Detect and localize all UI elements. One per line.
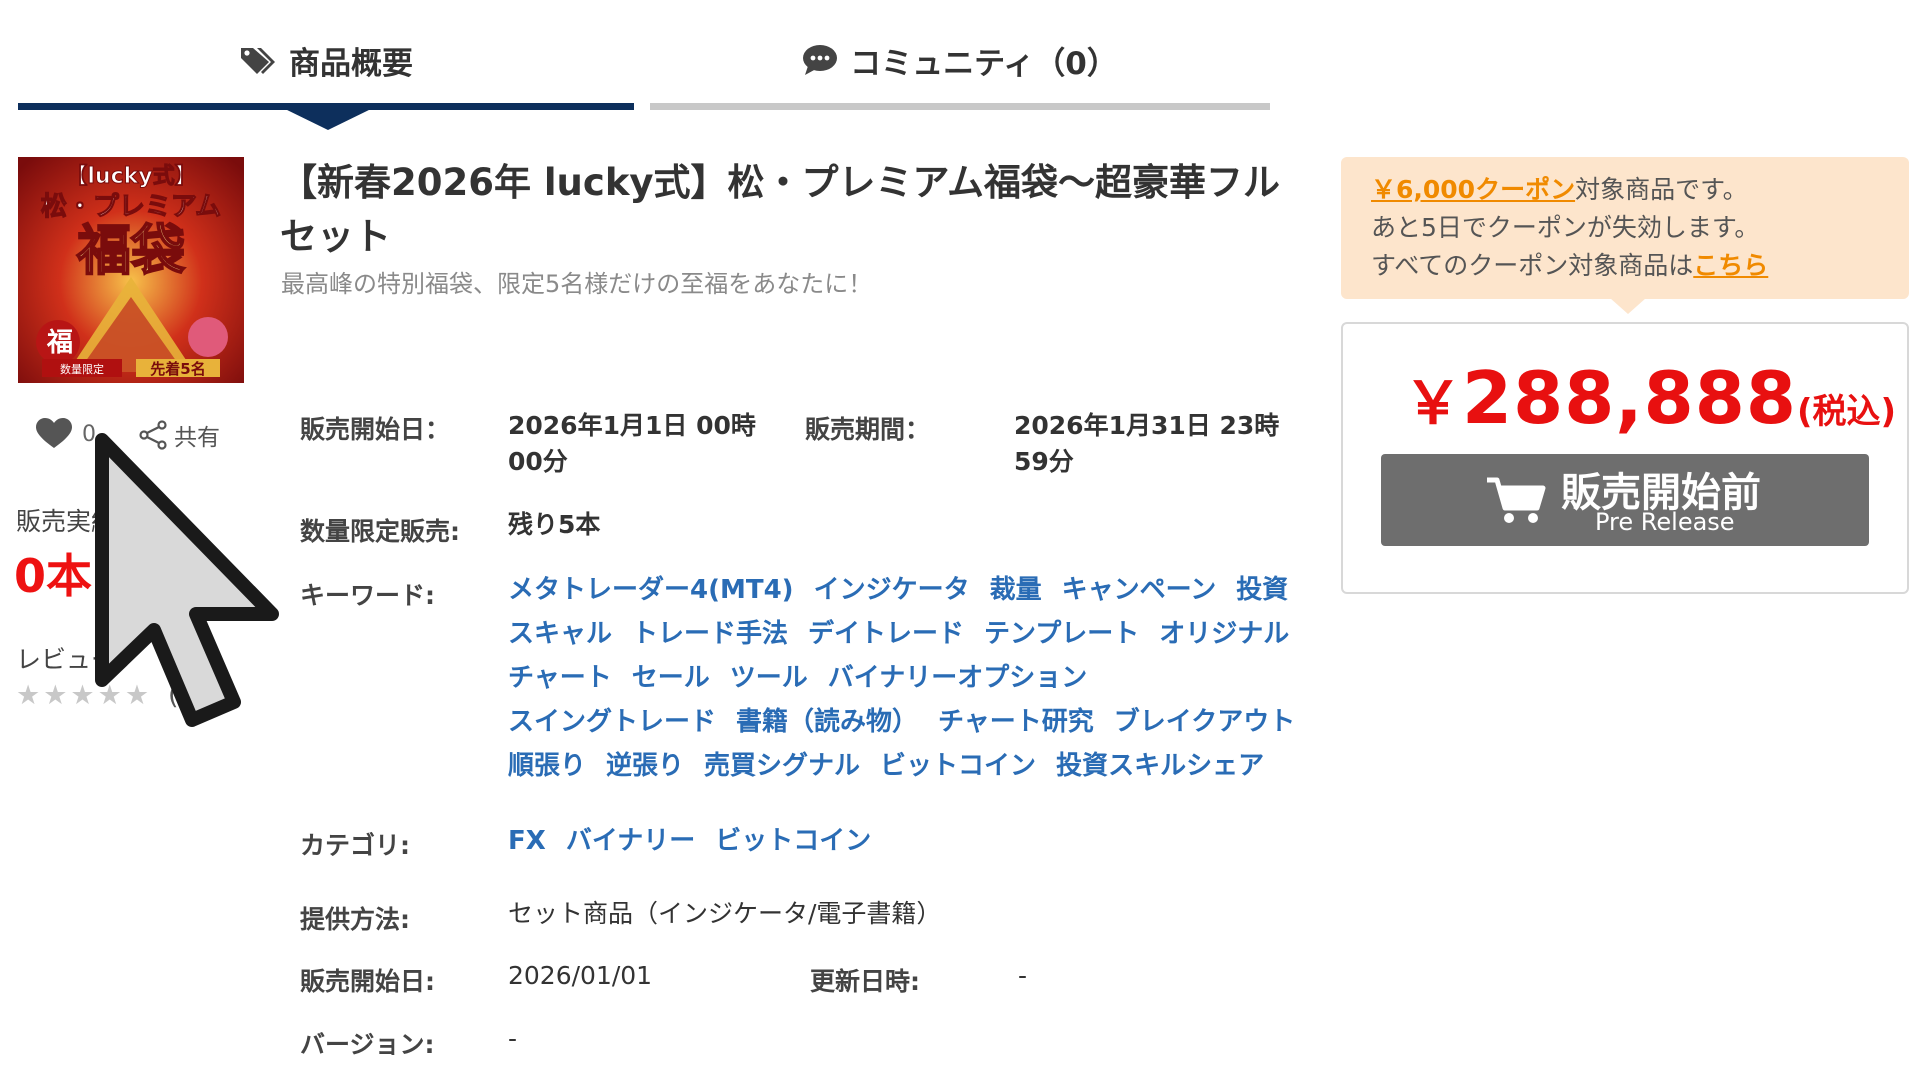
image-text-fuku: 福	[46, 328, 73, 358]
keyword-link[interactable]: 順張り	[508, 748, 586, 784]
image-text-fukubukuro: 福袋	[76, 219, 185, 282]
keyword-link[interactable]: ブレイクアウト	[1114, 704, 1295, 740]
keyword-link[interactable]: ビットコイン	[880, 748, 1036, 784]
image-text-brand: 【lucky式】	[65, 164, 196, 189]
keyword-link[interactable]: チャート	[508, 660, 612, 696]
keyword-link[interactable]: 逆張り	[606, 748, 684, 784]
keyword-label: キーワード:	[300, 581, 435, 610]
price-tax-note: (税込)	[1796, 392, 1897, 432]
start-date-label: 販売開始日:	[300, 967, 435, 996]
product-subtitle: 最高峰の特別福袋、限定5名様だけの至福をあなたに！	[281, 270, 873, 298]
keyword-link[interactable]: スキャル	[508, 616, 612, 652]
category-list: FX バイナリー ビットコイン	[508, 823, 871, 859]
keyword-link[interactable]: ツール	[730, 660, 808, 696]
coupon-notice: ￥6,000クーポン対象商品です。 あと5日でクーポンが失効します。 すべてのク…	[1341, 157, 1909, 299]
keyword-link[interactable]: 投資	[1236, 572, 1288, 608]
product-title: 【新春2026年 lucky式】松・プレミアム福袋～超豪華フルセット	[280, 161, 1280, 258]
keyword-link[interactable]: デイトレード	[808, 616, 964, 652]
updated-value: -	[1018, 961, 1028, 990]
image-badge-first5: 先着5名	[150, 360, 205, 378]
coupon-line-3-text: すべてのクーポン対象商品は	[1371, 251, 1694, 280]
sale-start-label: 販売開始日：	[300, 415, 451, 444]
image-badge-limited: 数量限定	[60, 362, 104, 376]
keyword-link[interactable]: チャート研究	[938, 704, 1094, 740]
coupon-line-3: すべてのクーポン対象商品はこちら	[1371, 247, 1879, 285]
tab-community[interactable]: コミュニティ（0）	[650, 30, 1270, 90]
tab-active-notch	[283, 108, 373, 130]
product-image[interactable]: 【lucky式】 松・プレミアム 福袋 福 数量限定 先着5名	[18, 157, 244, 383]
image-text-title: 松・プレミアム	[41, 192, 221, 222]
coupon-all-link[interactable]: こちら	[1693, 251, 1768, 280]
delivery-label: 提供方法:	[300, 905, 410, 934]
limited-sale-value: 残り5本	[508, 510, 601, 539]
version-value: -	[508, 1024, 518, 1053]
tab-product-overview[interactable]: 商品概要	[18, 30, 634, 90]
price: ￥288,888(税込)	[1404, 356, 1896, 440]
updated-label: 更新日時:	[810, 967, 920, 996]
delivery-value: セット商品（インジケータ/電子書籍）	[508, 899, 942, 928]
tab-label: コミュニティ（0）	[850, 45, 1118, 82]
keyword-link[interactable]: メタトレーダー4(MT4)	[508, 572, 794, 608]
category-link[interactable]: FX	[508, 823, 546, 859]
sale-period-label: 販売期間：	[805, 415, 931, 444]
coupon-amount-link[interactable]: ￥6,000クーポン	[1371, 175, 1575, 204]
price-currency: ￥	[1404, 369, 1463, 437]
sale-start-value: 2026年1月1日 00時00分	[508, 411, 756, 476]
tab-inactive-indicator	[650, 103, 1270, 110]
pre-release-button[interactable]: 販売開始前 Pre Release	[1381, 454, 1869, 546]
sales-count: 0本	[14, 549, 93, 603]
keyword-link[interactable]: インジケータ	[814, 572, 970, 608]
keyword-link[interactable]: 売買シグナル	[704, 748, 860, 784]
version-label: バージョン:	[300, 1030, 435, 1059]
tab-label: 商品概要	[289, 45, 413, 82]
keyword-link[interactable]: 投資スキルシェア	[1056, 748, 1264, 784]
coupon-pointer	[1610, 298, 1646, 314]
keyword-list: メタトレーダー4(MT4) インジケータ 裁量 キャンペーン 投資スキャル トレード手法デ…	[508, 572, 1298, 784]
coupon-line-1-text: 対象商品です。	[1575, 175, 1748, 204]
price-amount: 288,888	[1462, 356, 1797, 440]
keyword-link[interactable]: オリジナル	[1159, 616, 1289, 652]
keyword-link[interactable]: セール	[632, 660, 710, 696]
chat-bubble-icon	[802, 44, 838, 76]
keyword-link[interactable]: 裁量	[990, 572, 1042, 608]
category-link[interactable]: バイナリー	[566, 823, 695, 859]
start-date-value: 2026/01/01	[508, 961, 653, 990]
keyword-link[interactable]: キャンペーン	[1062, 572, 1217, 608]
limited-sale-label: 数量限定販売:	[300, 517, 460, 546]
keyword-link[interactable]: バイナリーオプション	[828, 660, 1087, 696]
sale-period-value: 2026年1月31日 23時59分	[1014, 411, 1280, 476]
keyword-link[interactable]: トレード手法	[632, 616, 788, 652]
coupon-line-1: ￥6,000クーポン対象商品です。	[1371, 171, 1879, 209]
pre-release-sublabel: Pre Release	[1595, 508, 1735, 536]
coupon-line-2: あと5日でクーポンが失効します。	[1371, 213, 1760, 242]
heart-icon	[36, 418, 72, 450]
keyword-link[interactable]: 書籍（読み物）	[736, 704, 918, 740]
cart-icon	[1485, 476, 1547, 530]
like-button[interactable]: 0	[36, 418, 96, 450]
keyword-link[interactable]: スイングトレード	[508, 704, 716, 740]
category-link[interactable]: ビットコイン	[715, 823, 871, 859]
category-label: カテゴリ:	[300, 831, 410, 860]
keyword-link[interactable]: テンプレート	[984, 616, 1139, 652]
mouse-cursor-icon	[92, 430, 292, 744]
tag-icon	[239, 44, 277, 76]
